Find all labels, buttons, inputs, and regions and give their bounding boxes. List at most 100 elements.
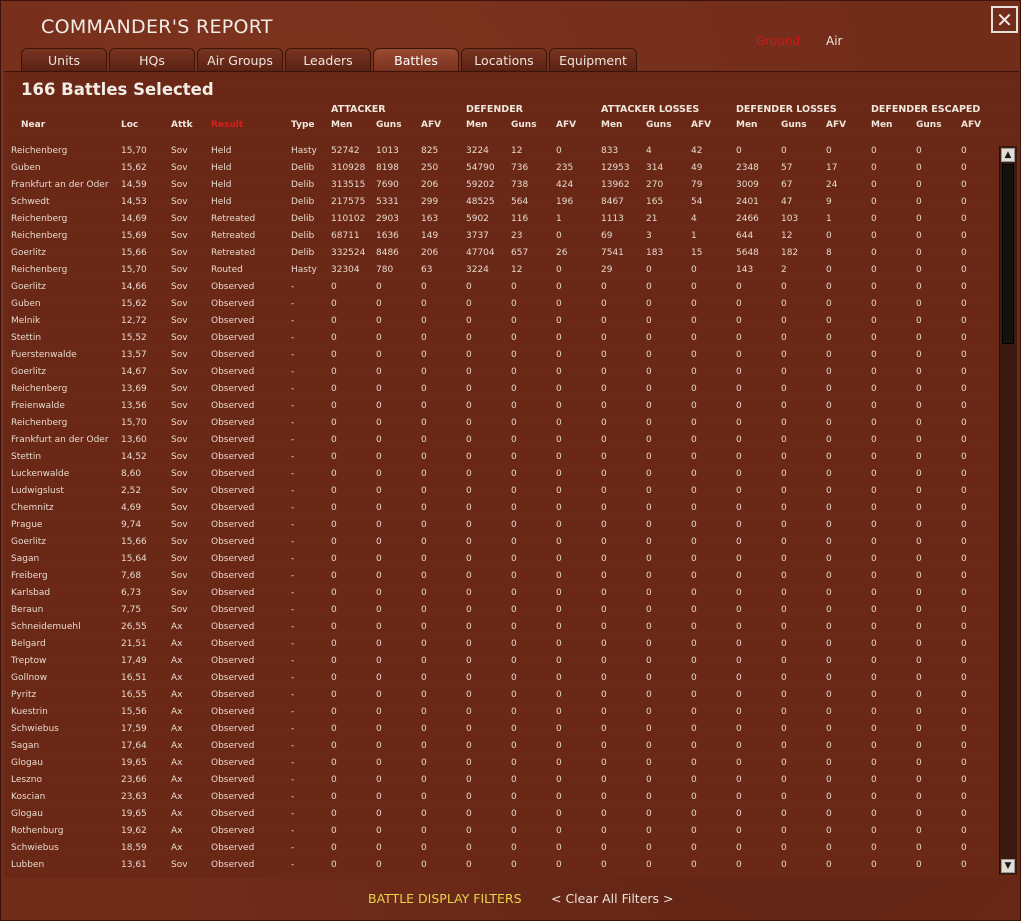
table-row[interactable]: Chemnitz 4,69 Sov Observed - 0 0 0 0 0 0 0 0 0 0 0 0 0 0 0 <box>1 500 991 517</box>
column-header-attacker-men[interactable]: Men <box>331 120 352 130</box>
cell-defender-losses-afv: 1 <box>826 214 832 224</box>
column-header-defender-escaped-afv[interactable]: AFV <box>961 120 981 130</box>
column-header-attacker-afv[interactable]: AFV <box>421 120 441 130</box>
table-row[interactable]: Glogau 19,65 Ax Observed - 0 0 0 0 0 0 0 0 0 0 0 0 0 0 0 <box>1 806 991 823</box>
column-header-attacker-guns[interactable]: Guns <box>376 120 402 130</box>
cell-defender-guns: 0 <box>511 452 517 462</box>
table-row[interactable]: Reichenberg 15,70 Sov Observed - 0 0 0 0 0 0 0 0 0 0 0 0… <box>1 415 991 432</box>
scrollbar-thumb[interactable] <box>1002 164 1014 344</box>
cell-defender-men: 59202 <box>466 180 495 190</box>
table-row[interactable]: Reichenberg 15,70 Sov Held Hasty 52742 1013 825… <box>1 143 991 160</box>
table-row[interactable]: Rothenburg 19,62 Ax Observed - 0 0 0 0 0 0 0 0 0 0 0 0 0 0… <box>1 823 991 840</box>
column-header-attk[interactable]: Attk <box>171 120 193 130</box>
tab-equipment[interactable]: Equipment <box>549 48 637 71</box>
column-header-loc[interactable]: Loc <box>121 120 138 130</box>
table-row[interactable]: Prague 9,74 Sov Observed - 0 0 0 0 0 0 0 0 0 0 0 0 0 0 0 <box>1 517 991 534</box>
column-header-defender-afv[interactable]: AFV <box>556 120 576 130</box>
cell-defender-losses-men: 0 <box>736 639 742 649</box>
column-header-attacker-losses-afv[interactable]: AFV <box>691 120 711 130</box>
table-row[interactable]: Ludwigslust 2,52 Sov Observed - 0 0 0 0 0 0 0 0 0 0 0 0 0… <box>1 483 991 500</box>
table-row[interactable]: Reichenberg 14,69 Sov Retreated Delib 110102 2… <box>1 211 991 228</box>
table-row[interactable]: Kuestrin 15,56 Ax Observed - 0 0 0 0 0 0 0 0 0 0 0 0 0 0 0 <box>1 704 991 721</box>
cell-defender-escaped-men: 0 <box>871 180 877 190</box>
table-row[interactable]: Goerlitz 14,67 Sov Observed - 0 0 0 0 0 0 0 0 0 0 0 0 0 0 0 <box>1 364 991 381</box>
scroll-down-icon[interactable]: ▼ <box>1001 859 1015 873</box>
table-row[interactable]: Fuerstenwalde 13,57 Sov Observed - 0 0 0 0 0 0 0 0 0 0… <box>1 347 991 364</box>
ground-mode-button[interactable]: Ground <box>756 34 800 48</box>
table-row[interactable]: Karlsbad 6,73 Sov Observed - 0 0 0 0 0 0 0 0 0 0 0 0 0 0 0 <box>1 585 991 602</box>
table-row[interactable]: Beraun 7,75 Sov Observed - 0 0 0 0 0 0 0 0 0 0 0 0 0 0 0 <box>1 602 991 619</box>
column-header-defender-men[interactable]: Men <box>466 120 487 130</box>
column-header-defender-escaped-men[interactable]: Men <box>871 120 892 130</box>
column-header-defender-escaped-guns[interactable]: Guns <box>916 120 942 130</box>
table-row[interactable]: Goerlitz 15,66 Sov Retreated Delib 332524 8486… <box>1 245 991 262</box>
tab-hqs[interactable]: HQs <box>109 48 195 71</box>
table-row[interactable]: Stettin 15,52 Sov Observed - 0 0 0 0 0 0 0 0 0 0 0 0 0 0 0 <box>1 330 991 347</box>
table-row[interactable]: Guben 15,62 Sov Held Delib 310928 8198 250 54790… <box>1 160 991 177</box>
table-row[interactable]: Sagan 15,64 Sov Observed - 0 0 0 0 0 0 0 0 0 0 0 0 0 0 0 <box>1 551 991 568</box>
cell-defender-losses-guns: 0 <box>781 435 787 445</box>
table-row[interactable]: Sagan 17,64 Ax Observed - 0 0 0 0 0 0 0 0 0 0 0 0 0 0 0 <box>1 738 991 755</box>
table-row[interactable]: Goerlitz 15,66 Sov Observed - 0 0 0 0 0 0 0 0 0 0 0 0 0 0 0 <box>1 534 991 551</box>
table-row[interactable]: Leszno 23,66 Ax Observed - 0 0 0 0 0 0 0 0 0 0 0 0 0 0 0 <box>1 772 991 789</box>
column-header-defender-losses-guns[interactable]: Guns <box>781 120 807 130</box>
table-row[interactable]: Lubben 13,61 Sov Observed - 0 0 0 0 0 0 0 0 0 0 0 0 0 0 0 <box>1 857 991 874</box>
table-row[interactable]: Melnik 12,72 Sov Observed - 0 0 0 0 0 0 0 0 0 0 0 0 0 0 0 <box>1 313 991 330</box>
cell-defender-escaped-guns: 0 <box>916 316 922 326</box>
table-row[interactable]: Pyritz 16,55 Ax Observed - 0 0 0 0 0 0 0 0 0 0 0 0 0 0 0 <box>1 687 991 704</box>
air-mode-button[interactable]: Air <box>826 34 842 48</box>
table-row[interactable]: Goerlitz 14,66 Sov Observed - 0 0 0 0 0 0 0 0 0 0 0 0 0 0 0 <box>1 279 991 296</box>
table-row[interactable]: Freiberg 7,68 Sov Observed - 0 0 0 0 0 0 0 0 0 0 0 0 0 0 0 <box>1 568 991 585</box>
column-header-defender-losses-afv[interactable]: AFV <box>826 120 846 130</box>
cell-result: Held <box>211 163 232 173</box>
cell-attacker-losses-men: 0 <box>601 860 607 870</box>
cell-attacker-men: 52742 <box>331 146 360 156</box>
table-row[interactable]: Freienwalde 13,56 Sov Observed - 0 0 0 0 0 0 0 0 0 0 0 0… <box>1 398 991 415</box>
table-row[interactable]: Schwiebus 17,59 Ax Observed - 0 0 0 0 0 0 0 0 0 0 0 0 0 0 0 <box>1 721 991 738</box>
clear-all-filters-button[interactable]: < Clear All Filters > <box>551 891 674 906</box>
column-header-type[interactable]: Type <box>291 120 314 130</box>
table-row[interactable]: Schneidemuehl 26,55 Ax Observed - 0 0 0 0 0 0 0 0 0 0 0… <box>1 619 991 636</box>
column-header-defender-losses-men[interactable]: Men <box>736 120 757 130</box>
cell-attacker-men: 0 <box>331 299 337 309</box>
cell-result: Observed <box>211 588 255 598</box>
battle-display-filters-button[interactable]: BATTLE DISPLAY FILTERS <box>368 891 522 906</box>
cell-attacker-losses-afv: 0 <box>691 384 697 394</box>
vertical-scrollbar[interactable]: ▲ ▼ <box>999 146 1017 875</box>
table-row[interactable]: Reichenberg 15,69 Sov Retreated Delib 68711 16… <box>1 228 991 245</box>
table-row[interactable]: Schwiebus 18,59 Ax Observed - 0 0 0 0 0 0 0 0 0 0 0 0 0 0 0 <box>1 840 991 857</box>
column-header-defender-guns[interactable]: Guns <box>511 120 537 130</box>
table-row[interactable]: Schwedt 14,53 Sov Held Delib 217575 5331 299 485… <box>1 194 991 211</box>
tab-locations[interactable]: Locations <box>461 48 547 71</box>
cell-defender-losses-men: 0 <box>736 333 742 343</box>
scroll-up-icon[interactable]: ▲ <box>1001 148 1015 162</box>
table-row[interactable]: Glogau 19,65 Ax Observed - 0 0 0 0 0 0 0 0 0 0 0 0 0 0 0 <box>1 755 991 772</box>
cell-attk: Sov <box>171 452 188 462</box>
tab-battles[interactable]: Battles <box>373 48 459 71</box>
cell-attacker-losses-men: 0 <box>601 367 607 377</box>
table-row[interactable]: Reichenberg 15,70 Sov Routed Hasty 32304 780 63… <box>1 262 991 279</box>
table-row[interactable]: Frankfurt an der Oder 13,60 Sov Observed - 0 0… <box>1 432 991 449</box>
table-row[interactable]: Reichenberg 13,69 Sov Observed - 0 0 0 0 0 0 0 0 0 0 0 0… <box>1 381 991 398</box>
tab-units[interactable]: Units <box>21 48 107 71</box>
table-row[interactable]: Treptow 17,49 Ax Observed - 0 0 0 0 0 0 0 0 0 0 0 0 0 0 0 <box>1 653 991 670</box>
table-row[interactable]: Guben 15,62 Sov Observed - 0 0 0 0 0 0 0 0 0 0 0 0 0 0 0 <box>1 296 991 313</box>
column-header-near[interactable]: Near <box>21 120 45 130</box>
column-header-attacker-losses-guns[interactable]: Guns <box>646 120 672 130</box>
cell-defender-escaped-afv: 0 <box>961 401 967 411</box>
cell-attk: Ax <box>171 656 183 666</box>
close-button[interactable]: ✕ <box>991 6 1018 33</box>
cell-attacker-afv: 0 <box>421 826 427 836</box>
table-row[interactable]: Belgard 21,51 Ax Observed - 0 0 0 0 0 0 0 0 0 0 0 0 0 0 0 <box>1 636 991 653</box>
column-header-attacker-losses-men[interactable]: Men <box>601 120 622 130</box>
table-row[interactable]: Koscian 23,63 Ax Observed - 0 0 0 0 0 0 0 0 0 0 0 0 0 0 0 <box>1 789 991 806</box>
table-row[interactable]: Frankfurt an der Oder 14,59 Sov Held Delib 31… <box>1 177 991 194</box>
table-row[interactable]: Gollnow 16,51 Ax Observed - 0 0 0 0 0 0 0 0 0 0 0 0 0 0 0 <box>1 670 991 687</box>
cell-defender-losses-guns: 0 <box>781 384 787 394</box>
tab-air-groups[interactable]: Air Groups <box>197 48 283 71</box>
tab-leaders[interactable]: Leaders <box>285 48 371 71</box>
table-row[interactable]: Stettin 14,52 Sov Observed - 0 0 0 0 0 0 0 0 0 0 0 0 0 0 0 <box>1 449 991 466</box>
table-row[interactable]: Luckenwalde 8,60 Sov Observed - 0 0 0 0 0 0 0 0 0 0 0 0 0… <box>1 466 991 483</box>
column-header-result[interactable]: Result <box>211 120 243 130</box>
cell-defender-escaped-men: 0 <box>871 401 877 411</box>
